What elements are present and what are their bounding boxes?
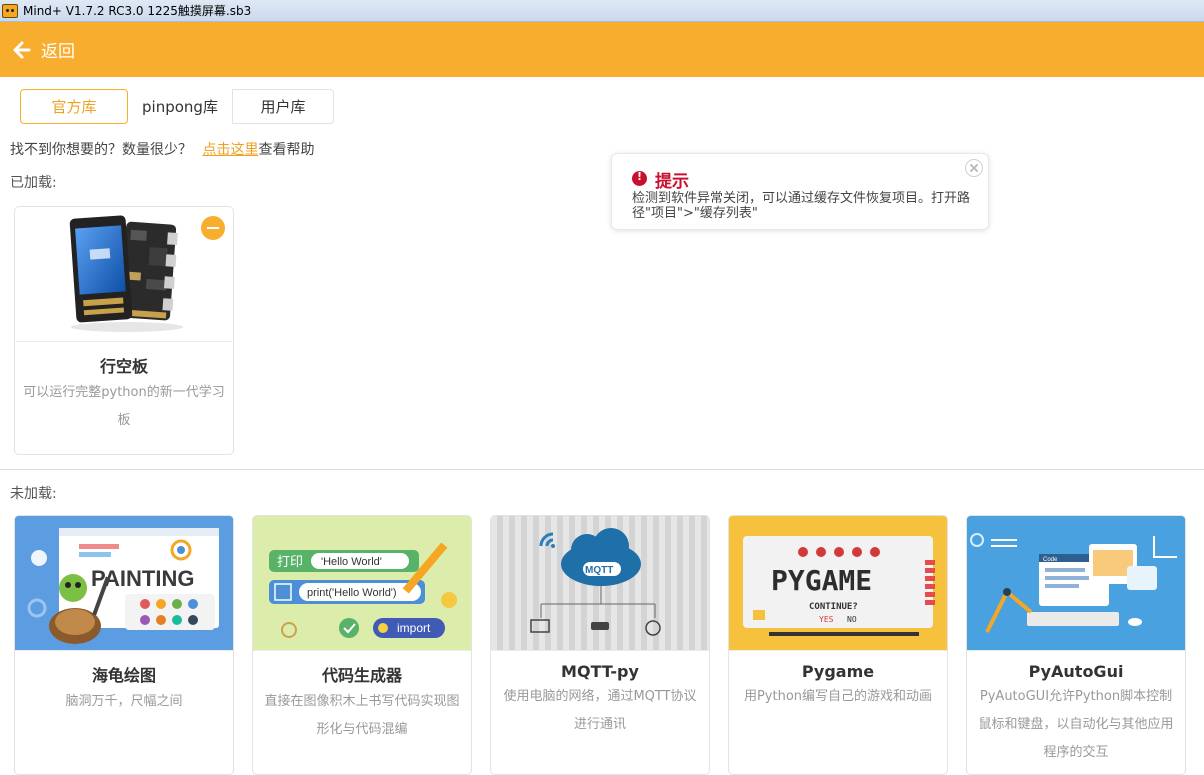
- alert-icon: [632, 170, 647, 186]
- mqtt-label: MQTT: [585, 565, 613, 576]
- card-description: 使用电脑的网络，通过MQTT协议进行通讯: [503, 689, 697, 732]
- close-icon[interactable]: [965, 159, 983, 177]
- card-description: 脑洞万千，尺幅之间: [65, 694, 183, 709]
- window-title: Mind+ V1.7.2 RC3.0 1225触摸屏幕.sb3: [23, 4, 252, 18]
- back-label: 返回: [41, 42, 75, 62]
- import-badge: import: [397, 621, 431, 635]
- window-titlebar: Mind+ V1.7.2 RC3.0 1225触摸屏幕.sb3: [0, 0, 1204, 22]
- card-title: 海龟绘图: [91, 666, 156, 685]
- toast-message: 检测到软件异常关闭，可以通过缓存文件恢复项目。打开路径"项目">"缓存列表": [632, 191, 971, 221]
- turtle-painting-thumbnail: PAINTING: [15, 516, 233, 650]
- toast-title: 提示: [655, 172, 689, 192]
- card-title: PyAutoGui: [1028, 662, 1124, 681]
- card-title: 行空板: [99, 357, 148, 376]
- library-tabs: 官方库 pinpong库 用户库: [20, 89, 334, 124]
- pygame-logo-text: PYGAME: [771, 564, 872, 597]
- code-generator-thumbnail: 打印 'Hello World' print('Hello World') im…: [253, 516, 471, 650]
- mqtt-thumbnail: MQTT: [491, 516, 709, 650]
- hello-world-string: 'Hello World': [321, 556, 382, 568]
- remove-extension-button[interactable]: [201, 216, 225, 240]
- continue-text: CONTINUE?: [809, 602, 858, 612]
- card-description: PyAutoGUI允许Python脚本控制鼠标和键盘，以自动化与其他应用程序的交…: [978, 689, 1174, 760]
- no-text: NO: [847, 615, 857, 624]
- card-description: 用Python编写自己的游戏和动画: [743, 689, 933, 704]
- extension-card-pygame[interactable]: PYGAME CONTINUE? YES NO Pygame 用Python编写…: [728, 515, 948, 775]
- card-title: 代码生成器: [321, 666, 402, 685]
- help-link[interactable]: 点击这里: [202, 142, 258, 158]
- tab-user[interactable]: 用户库: [232, 89, 334, 124]
- back-arrow-icon: [13, 41, 31, 58]
- help-line: 找不到你想要的？数量很少？ 点击这里查看帮助: [10, 139, 314, 159]
- tab-pinpong[interactable]: pinpong库: [128, 89, 232, 124]
- extension-card-code-generator[interactable]: 打印 'Hello World' print('Hello World') im…: [252, 515, 472, 775]
- extension-card-unihiker[interactable]: 行空板 可以运行完整python的新一代学习板: [14, 206, 234, 455]
- code-window-label: Code: [1043, 557, 1058, 563]
- unloaded-section-label: 未加载:: [10, 486, 57, 502]
- loaded-section-label: 已加载:: [10, 175, 57, 191]
- recovery-toast: 提示 检测到软件异常关闭，可以通过缓存文件恢复项目。打开路径"项目">"缓存列表…: [611, 153, 989, 230]
- extension-card-turtle[interactable]: PAINTING 海龟绘图 脑洞万千，尺幅之间: [14, 515, 234, 775]
- card-description: 可以运行完整python的新一代学习板: [23, 385, 225, 428]
- pyautogui-thumbnail: Code: [967, 516, 1185, 650]
- print-code-string: print('Hello World'): [307, 587, 397, 599]
- help-prefix: 找不到你想要的？数量很少？: [10, 142, 192, 158]
- extension-card-pyautogui[interactable]: Code PyAutoGui PyAutoGUI允许Python脚本控制鼠标和键…: [966, 515, 1186, 775]
- card-description: 直接在图像积木上书写代码实现图形化与代码混编: [264, 694, 460, 737]
- card-title: Pygame: [801, 662, 875, 681]
- tab-official[interactable]: 官方库: [20, 89, 128, 124]
- help-suffix: 查看帮助: [258, 142, 315, 158]
- mindplus-app-icon: [2, 3, 18, 18]
- print-block-label: 打印: [277, 555, 303, 570]
- back-button[interactable]: 返回: [0, 22, 1204, 77]
- unihiker-board-image: [15, 207, 233, 341]
- pygame-thumbnail: PYGAME CONTINUE? YES NO: [729, 516, 947, 650]
- yes-text: YES: [819, 615, 834, 624]
- section-divider: [0, 469, 1204, 470]
- extension-card-mqtt[interactable]: MQTT MQTT-py 使用电脑的网络，通过MQTT协议进行通讯: [490, 515, 710, 775]
- card-title: MQTT-py: [561, 662, 639, 681]
